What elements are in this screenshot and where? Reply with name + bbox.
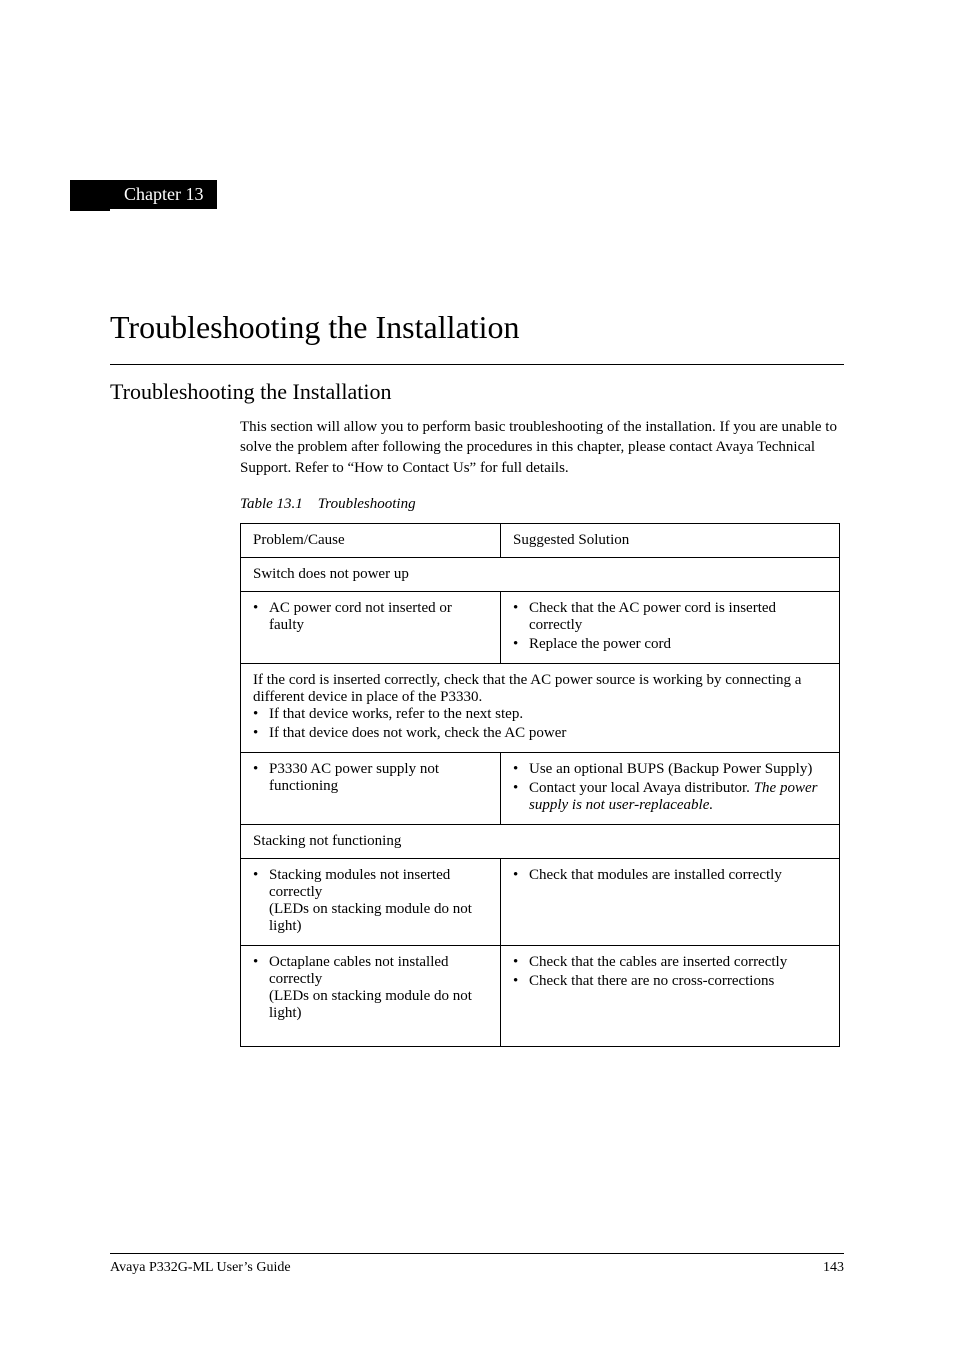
solution-stacking-modules-1: Check that modules are installed correct… [513, 867, 829, 884]
table-row: Octaplane cables not installed correctly… [241, 945, 840, 1046]
table-row-switch-header: Switch does not power up [241, 557, 840, 591]
table-row-stacking-header: Stacking not functioning [241, 824, 840, 858]
cord-check-bullet-1: If that device works, refer to the next … [253, 706, 829, 723]
chapter-title: Troubleshooting the Installation [110, 309, 844, 346]
cord-check-text: If the cord is inserted correctly, check… [253, 672, 829, 706]
solution-psu-1: Use an optional BUPS (Backup Power Suppl… [513, 761, 829, 778]
table-caption: Table 13.1 Troubleshooting [240, 496, 844, 513]
solution-octaplane-1: Check that the cables are inserted corre… [513, 954, 829, 971]
divider-rule [110, 364, 844, 365]
problem-ac-cord: AC power cord not inserted or faulty [253, 600, 490, 634]
chapter-label: Chapter 13 [110, 180, 217, 209]
page-footer: Avaya P332G-ML User’s Guide 143 [110, 1253, 844, 1276]
solution-psu-2-pre: Contact your local Avaya distributor. [529, 780, 754, 796]
solution-octaplane-2: Check that there are no cross-correction… [513, 973, 829, 990]
table-row: Stacking modules not inserted correctly … [241, 858, 840, 945]
section-intro: This section will allow you to perform b… [240, 417, 844, 478]
table-header-problem: Problem/Cause [241, 523, 501, 557]
problem-octaplane-line2: (LEDs on stacking module do not light) [269, 988, 472, 1021]
solution-ac-cord-2: Replace the power cord [513, 636, 829, 653]
cord-check-bullet-2: If that device does not work, check the … [253, 725, 829, 742]
footer-page-number: 143 [823, 1260, 844, 1276]
solution-ac-cord-1: Check that the AC power cord is inserted… [513, 600, 829, 634]
chapter-bar: Chapter 13 [110, 180, 844, 209]
solution-psu-2: Contact your local Avaya distributor. Th… [513, 780, 829, 814]
table-row: If the cord is inserted correctly, check… [241, 663, 840, 752]
troubleshooting-table: Problem/Cause Suggested Solution Switch … [240, 523, 840, 1047]
table-caption-number: Table 13.1 [240, 496, 303, 512]
problem-stacking-modules: Stacking modules not inserted correctly … [253, 867, 490, 935]
chapter-bar-accent [70, 180, 110, 211]
table-header-solution: Suggested Solution [501, 523, 840, 557]
problem-psu: P3330 AC power supply not functioning [253, 761, 490, 795]
footer-left: Avaya P332G-ML User’s Guide [110, 1260, 291, 1276]
table-row: P3330 AC power supply not functioning Us… [241, 752, 840, 824]
section-title: Troubleshooting the Installation [110, 379, 844, 405]
problem-stacking-modules-line2: (LEDs on stacking module do not light) [269, 901, 472, 934]
table-caption-title: Troubleshooting [318, 496, 416, 512]
problem-stacking-modules-line1: Stacking modules not inserted correctly [269, 867, 450, 900]
problem-octaplane: Octaplane cables not installed correctly… [253, 954, 490, 1022]
table-row: AC power cord not inserted or faulty Che… [241, 591, 840, 663]
problem-octaplane-line1: Octaplane cables not installed correctly [269, 954, 449, 987]
